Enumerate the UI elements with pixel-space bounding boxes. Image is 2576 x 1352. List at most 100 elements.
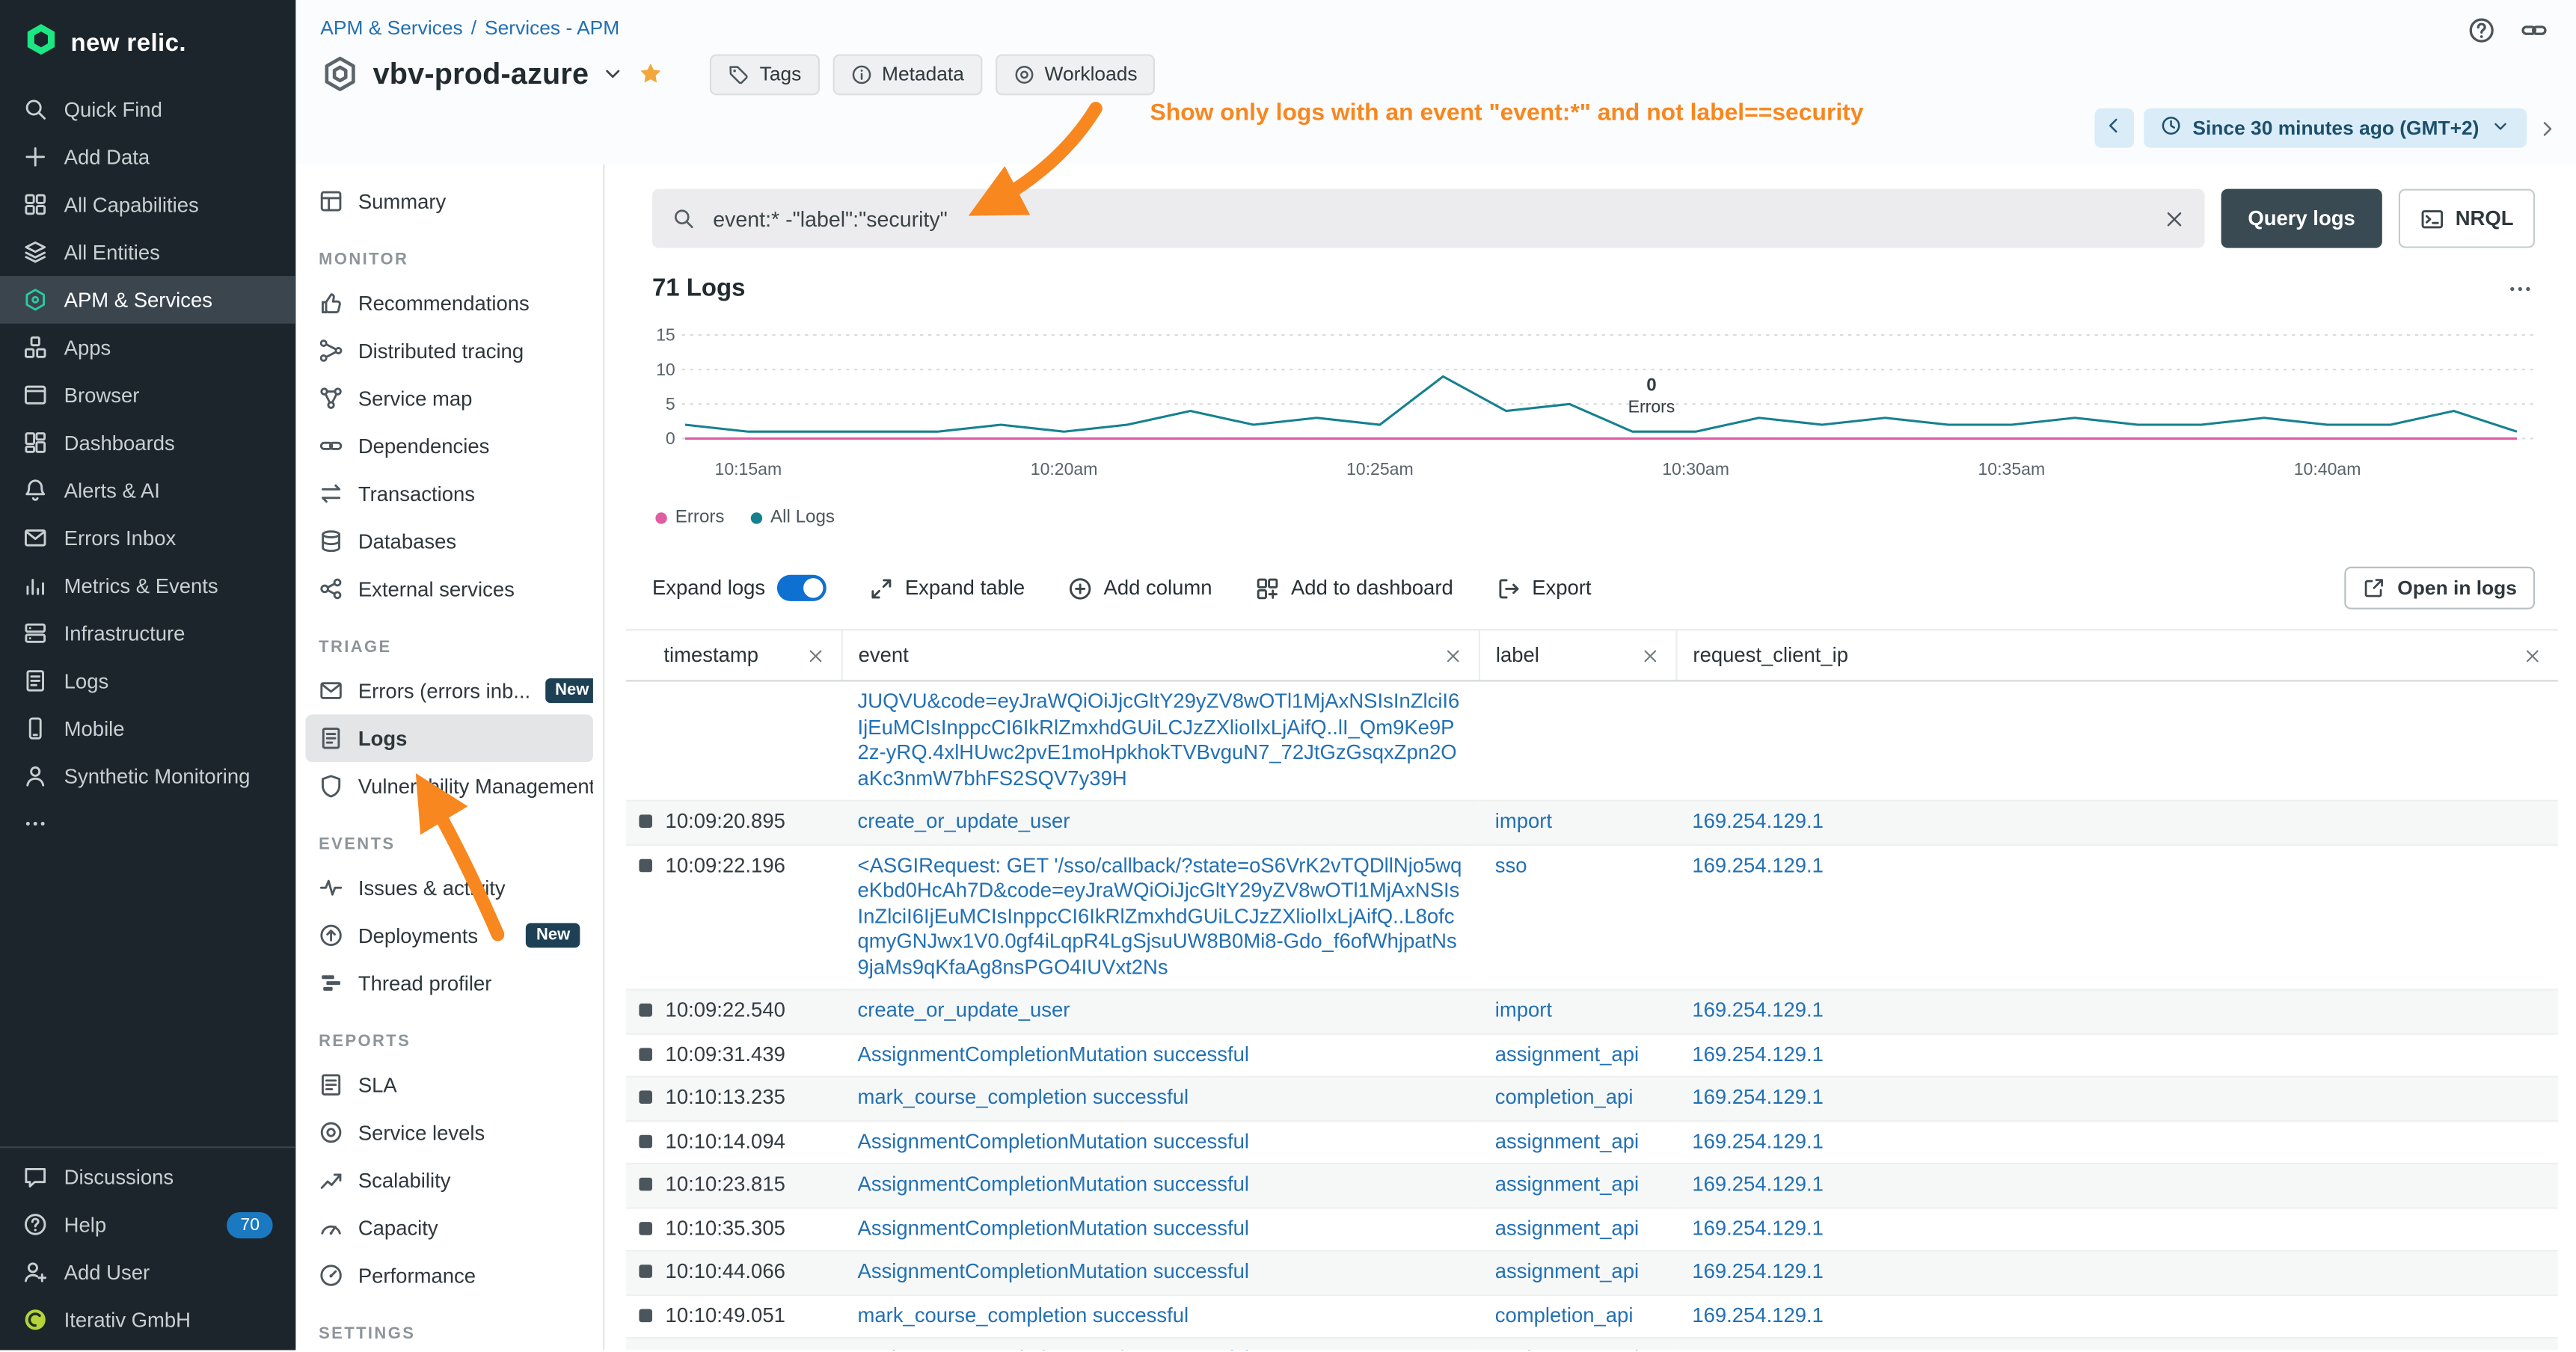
row-marker[interactable] xyxy=(639,814,652,828)
breadcrumb-link-services-apm[interactable]: Services - APM xyxy=(485,16,619,40)
entity-nav-databases[interactable]: Databases xyxy=(306,517,593,565)
expand-table-button[interactable]: Expand table xyxy=(868,576,1025,600)
entity-nav-capacity[interactable]: Capacity xyxy=(306,1204,593,1252)
entity-nav-recommendations[interactable]: Recommendations xyxy=(306,279,593,327)
log-event-link[interactable]: create_or_update_user xyxy=(858,810,1070,833)
log-event-link[interactable]: AssignmentCompletionMutation successful xyxy=(858,1173,1249,1196)
log-ip-link[interactable]: 169.254.129.1 xyxy=(1692,853,1824,876)
open-in-logs-button[interactable]: Open in logs xyxy=(2345,567,2535,609)
entity-nav-service-levels[interactable]: Service levels xyxy=(306,1109,593,1157)
entity-nav-service-map[interactable]: Service map xyxy=(306,375,593,423)
row-marker[interactable] xyxy=(639,1265,652,1278)
nrql-button[interactable]: NRQL xyxy=(2398,189,2535,248)
row-marker[interactable] xyxy=(639,1178,652,1191)
sidebar-item-mobile[interactable]: Mobile xyxy=(0,704,295,752)
sidebar-item-add-user[interactable]: Add User xyxy=(0,1249,295,1297)
entity-nav-distributed-tracing[interactable]: Distributed tracing xyxy=(306,327,593,375)
column-header-timestamp[interactable]: timestamp xyxy=(626,630,841,680)
sidebar-item-iterativ-gmbh[interactable]: Iterativ GmbH xyxy=(0,1297,295,1345)
permalink-icon[interactable] xyxy=(2520,16,2548,44)
log-row[interactable]: JUQVU&code=eyJraWQiOiJjcGltY29yZV8wOTl1M… xyxy=(626,680,2558,800)
log-event-link[interactable]: AssignmentCompletionMutation successful xyxy=(858,1042,1249,1066)
log-label-link[interactable]: import xyxy=(1495,998,1552,1021)
log-ip-link[interactable]: 169.254.129.1 xyxy=(1692,1216,1824,1239)
time-picker[interactable]: Since 30 minutes ago (GMT+2) xyxy=(2144,108,2527,148)
log-event-link[interactable]: JUQVU&code=eyJraWQiOiJjcGltY29yZV8wOTl1M… xyxy=(858,690,1460,790)
log-event-link[interactable]: AssignmentCompletionMutation successful xyxy=(858,1347,1249,1351)
sidebar-item-discussions[interactable]: Discussions xyxy=(0,1154,295,1202)
log-event-link[interactable]: mark_course_completion successful xyxy=(858,1086,1189,1109)
logs-query-input[interactable] xyxy=(710,204,2150,232)
sidebar-item-dashboards[interactable]: Dashboards xyxy=(0,419,295,467)
log-row[interactable]: 10:09:31.439AssignmentCompletionMutation… xyxy=(626,1033,2558,1077)
sidebar-item-logs[interactable]: Logs xyxy=(0,657,295,705)
row-marker[interactable] xyxy=(639,1221,652,1235)
favorite-star-icon[interactable] xyxy=(638,61,664,87)
log-event-link[interactable]: mark_course_completion successful xyxy=(858,1303,1189,1327)
entity-nav-deployments[interactable]: DeploymentsNew xyxy=(306,912,593,959)
log-label-link[interactable]: assignment_api xyxy=(1495,1129,1639,1152)
log-event-link[interactable]: AssignmentCompletionMutation successful xyxy=(858,1260,1249,1283)
log-label-link[interactable]: assignment_api xyxy=(1495,1216,1639,1239)
time-forward-button[interactable] xyxy=(2536,117,2558,139)
breadcrumb-link-apm-services[interactable]: APM & Services xyxy=(320,16,462,40)
row-marker[interactable] xyxy=(639,1090,652,1104)
log-label-link[interactable]: assignment_api xyxy=(1495,1173,1639,1196)
entity-nav-scalability[interactable]: Scalability xyxy=(306,1156,593,1204)
workloads-button[interactable]: Workloads xyxy=(996,53,1156,94)
entity-nav-transactions[interactable]: Transactions xyxy=(306,470,593,517)
export-button[interactable]: Export xyxy=(1496,576,1592,600)
sidebar-item-all-entities[interactable]: All Entities xyxy=(0,228,295,276)
entity-nav-vulnerability-management[interactable]: Vulnerability Management xyxy=(306,762,593,810)
sidebar-item-more[interactable] xyxy=(0,800,295,848)
legend-item-all-logs[interactable]: All Logs xyxy=(751,508,835,527)
sidebar-item-all-capabilities[interactable]: All Capabilities xyxy=(0,181,295,229)
sidebar-item-errors-inbox[interactable]: Errors Inbox xyxy=(0,514,295,562)
sidebar-item-apm-services[interactable]: APM & Services xyxy=(0,276,295,324)
entity-nav-thread-profiler[interactable]: Thread profiler xyxy=(306,959,593,1007)
log-row[interactable]: 10:10:49.051mark_course_completion succe… xyxy=(626,1294,2558,1338)
sidebar-item-infrastructure[interactable]: Infrastructure xyxy=(0,609,295,657)
help-icon[interactable] xyxy=(2468,16,2495,44)
log-ip-link[interactable]: 169.254.129.1 xyxy=(1692,1303,1824,1327)
log-ip-link[interactable]: 169.254.129.1 xyxy=(1692,1347,1824,1351)
tags-button[interactable]: Tags xyxy=(711,53,820,94)
log-event-link[interactable]: AssignmentCompletionMutation successful xyxy=(858,1129,1249,1152)
column-header-event[interactable]: event xyxy=(841,630,1479,680)
log-ip-link[interactable]: 169.254.129.1 xyxy=(1692,1173,1824,1196)
sidebar-item-quick-find[interactable]: Quick Find xyxy=(0,85,295,133)
row-marker[interactable] xyxy=(639,1308,652,1321)
log-label-link[interactable]: completion_api xyxy=(1495,1086,1634,1109)
log-event-link[interactable]: <ASGIRequest: GET '/sso/callback/?state=… xyxy=(858,853,1462,978)
log-label-link[interactable]: assignment_api xyxy=(1495,1260,1639,1283)
remove-column-label-icon[interactable] xyxy=(1640,646,1658,664)
time-back-button[interactable] xyxy=(2094,108,2134,148)
entity-switcher-chevron-icon[interactable] xyxy=(602,62,625,85)
sidebar-item-metrics-events[interactable]: Metrics & Events xyxy=(0,562,295,609)
column-header-label[interactable]: label xyxy=(1479,630,1676,680)
log-row[interactable]: 10:11:00.311AssignmentCompletionMutation… xyxy=(626,1338,2558,1351)
log-ip-link[interactable]: 169.254.129.1 xyxy=(1692,1042,1824,1066)
sidebar-item-add-data[interactable]: Add Data xyxy=(0,133,295,181)
row-marker[interactable] xyxy=(639,1134,652,1148)
log-event-link[interactable]: AssignmentCompletionMutation successful xyxy=(858,1216,1249,1239)
entity-nav-external-services[interactable]: External services xyxy=(306,565,593,613)
add-to-dashboard-button[interactable]: Add to dashboard xyxy=(1255,576,1453,600)
clear-query-icon[interactable] xyxy=(2164,208,2186,230)
remove-column-request_client_ip-icon[interactable] xyxy=(2524,646,2542,664)
legend-item-errors[interactable]: Errors xyxy=(655,508,724,527)
row-marker[interactable] xyxy=(639,1004,652,1017)
add-column-button[interactable]: Add column xyxy=(1067,576,1212,600)
log-row[interactable]: 10:10:23.815AssignmentCompletionMutation… xyxy=(626,1164,2558,1207)
log-label-link[interactable]: import xyxy=(1495,810,1552,833)
log-event-link[interactable]: create_or_update_user xyxy=(858,998,1070,1021)
row-marker[interactable] xyxy=(639,858,652,872)
entity-nav-errors-errors-inb[interactable]: Errors (errors inb...New xyxy=(306,667,593,715)
column-header-request_client_ip[interactable]: request_client_ip xyxy=(1675,630,2557,680)
entity-nav-sla[interactable]: SLA xyxy=(306,1061,593,1109)
more-options-icon[interactable] xyxy=(2507,275,2533,301)
sidebar-item-synthetic-monitoring[interactable]: Synthetic Monitoring xyxy=(0,752,295,800)
entity-nav-logs[interactable]: Logs xyxy=(306,714,593,762)
remove-column-event-icon[interactable] xyxy=(1444,646,1462,664)
log-ip-link[interactable]: 169.254.129.1 xyxy=(1692,1260,1824,1283)
